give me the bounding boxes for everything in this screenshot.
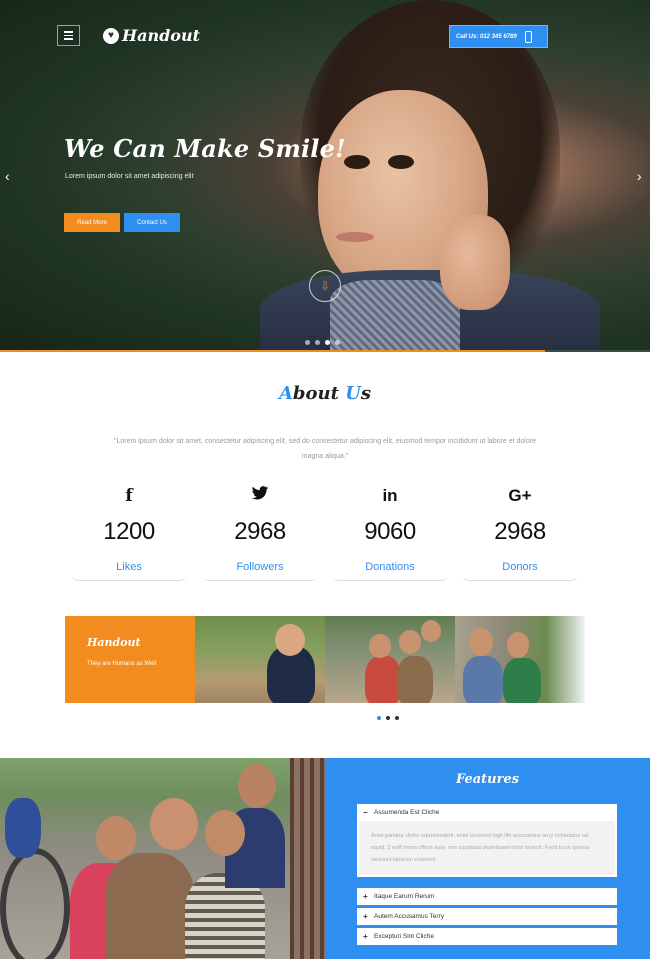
stat-label[interactable]: Followers xyxy=(203,561,317,581)
stat-value: 2968 xyxy=(494,518,546,545)
kids-photo xyxy=(0,758,325,959)
hero-photo-collar xyxy=(330,280,460,350)
stat-followers: 2968 Followers xyxy=(203,486,317,581)
accordion-item: + Excepturi Sint Cliche xyxy=(357,928,617,945)
gallery-image[interactable] xyxy=(195,616,325,703)
slider-dot[interactable] xyxy=(315,340,320,345)
stat-donations: in 9060 Donations xyxy=(333,486,447,581)
gallery-intro-card: Handout They are Humans as Well xyxy=(65,616,195,703)
stat-label[interactable]: Donations xyxy=(333,561,447,581)
hero-photo-hand xyxy=(440,215,510,310)
photo-head xyxy=(150,798,198,850)
gallery-pagination xyxy=(377,716,399,720)
gallery-photo-head xyxy=(399,630,421,654)
gallery-photo-head xyxy=(369,634,391,658)
scroll-down-icon: ⇩ xyxy=(319,279,331,293)
accordion-header[interactable]: + Itaque Earum Rerum xyxy=(357,888,617,905)
slider-dot-active[interactable] xyxy=(325,340,330,345)
menu-line xyxy=(64,34,73,37)
photo-head xyxy=(96,816,136,860)
features-panel: Features − Assumenda Est Cliche Anim par… xyxy=(325,758,650,959)
stat-label[interactable]: Likes xyxy=(72,561,186,581)
plus-icon: + xyxy=(363,932,368,941)
slider-dot[interactable] xyxy=(335,340,340,345)
stat-value: 2968 xyxy=(234,518,286,545)
hero-photo-eye xyxy=(388,155,414,169)
call-us-text: Call Us: 012 345 6789 xyxy=(456,33,517,40)
plus-icon: + xyxy=(363,912,368,921)
accordion-title: Excepturi Sint Cliche xyxy=(374,933,434,940)
site-logo[interactable]: ♥ Handout xyxy=(103,26,200,45)
gallery-photo-head xyxy=(507,632,529,658)
hero-photo-eye xyxy=(344,155,370,169)
call-us-button[interactable]: Call Us: 012 345 6789 xyxy=(449,25,548,48)
linkedin-icon[interactable]: in xyxy=(333,486,447,508)
slider-dot[interactable] xyxy=(305,340,310,345)
gallery-card-title: Handout xyxy=(87,636,141,649)
accordion-header[interactable]: + Excepturi Sint Cliche xyxy=(357,928,617,945)
slider-pagination xyxy=(305,340,340,345)
stat-donors: G+ 2968 Donors xyxy=(463,486,577,581)
accordion-item: + Autem Accusamus Terry xyxy=(357,908,617,925)
about-title: About Us xyxy=(278,383,372,404)
photo-head xyxy=(205,810,245,856)
twitter-icon[interactable] xyxy=(203,486,317,508)
slider-progress-fill xyxy=(0,350,545,352)
hero-photo-mouth xyxy=(336,232,374,242)
facebook-icon[interactable]: f xyxy=(72,486,186,508)
photo-figure xyxy=(105,853,195,959)
minus-icon: − xyxy=(363,808,368,817)
plus-icon: + xyxy=(363,892,368,901)
gallery-dot[interactable] xyxy=(395,716,399,720)
accordion-title: Assumenda Est Cliche xyxy=(374,809,440,816)
gallery-photo-head xyxy=(275,624,305,656)
accordion-title: Itaque Earum Rerum xyxy=(374,893,435,900)
stat-label[interactable]: Donors xyxy=(463,561,577,581)
photo-bicycle-wheel xyxy=(0,848,70,959)
accordion-header[interactable]: − Assumenda Est Cliche xyxy=(357,804,617,821)
menu-line xyxy=(64,38,73,40)
slider-prev-arrow-icon[interactable]: ‹ xyxy=(5,168,10,184)
slider-progress-bar xyxy=(0,350,650,352)
stat-value: 9060 xyxy=(364,518,416,545)
photo-gate xyxy=(290,758,325,959)
gallery-photo-figure xyxy=(397,656,433,703)
gallery-photo-head xyxy=(469,628,493,656)
stat-likes: f 1200 Likes xyxy=(72,486,186,581)
gallery-card-subtitle: They are Humans as Well xyxy=(87,661,156,667)
phone-icon xyxy=(524,30,532,43)
read-more-button[interactable]: Read More xyxy=(64,213,120,232)
about-description: "Lorem ipsum dolor sit amet, consectetur… xyxy=(114,438,536,460)
gallery-dot-active[interactable] xyxy=(377,716,381,720)
accordion-header[interactable]: + Autem Accusamus Terry xyxy=(357,908,617,925)
google-plus-icon[interactable]: G+ xyxy=(463,486,577,508)
gallery-photo-figure xyxy=(365,656,401,703)
accordion-body: Anim pariatur cliche reprehenderit, enim… xyxy=(359,821,615,875)
twitter-bird-svg xyxy=(251,486,269,500)
menu-line xyxy=(64,31,73,33)
scroll-down-button[interactable]: ⇩ xyxy=(309,270,341,302)
logo-text: Handout xyxy=(122,26,200,45)
hamburger-menu-button[interactable] xyxy=(57,25,80,46)
gallery-photo-figure xyxy=(463,656,503,703)
photo-head xyxy=(238,764,276,808)
gallery-dot[interactable] xyxy=(386,716,390,720)
hero-title: We Can Make Smile! xyxy=(64,134,346,163)
slider-next-arrow-icon[interactable]: › xyxy=(637,168,642,184)
hero-slider: ♥ Handout Call Us: 012 345 6789 We Can M… xyxy=(0,0,650,352)
gallery-image[interactable] xyxy=(325,616,455,703)
heart-icon: ♥ xyxy=(103,27,119,44)
accordion-title: Autem Accusamus Terry xyxy=(374,913,444,920)
photo-figure xyxy=(5,798,41,858)
stat-value: 1200 xyxy=(103,518,155,545)
gallery-photo-figure xyxy=(503,658,541,703)
accordion-item: + Itaque Earum Rerum xyxy=(357,888,617,905)
features-title: Features xyxy=(455,772,520,787)
contact-us-button[interactable]: Contact Us xyxy=(124,213,180,232)
accordion-item-expanded: − Assumenda Est Cliche Anim pariatur cli… xyxy=(357,804,617,877)
gallery-photo-head xyxy=(421,620,441,642)
hero-subtitle: Lorem ipsum dolor sit amet adipiscing el… xyxy=(65,173,194,180)
gallery-image[interactable] xyxy=(455,616,585,703)
